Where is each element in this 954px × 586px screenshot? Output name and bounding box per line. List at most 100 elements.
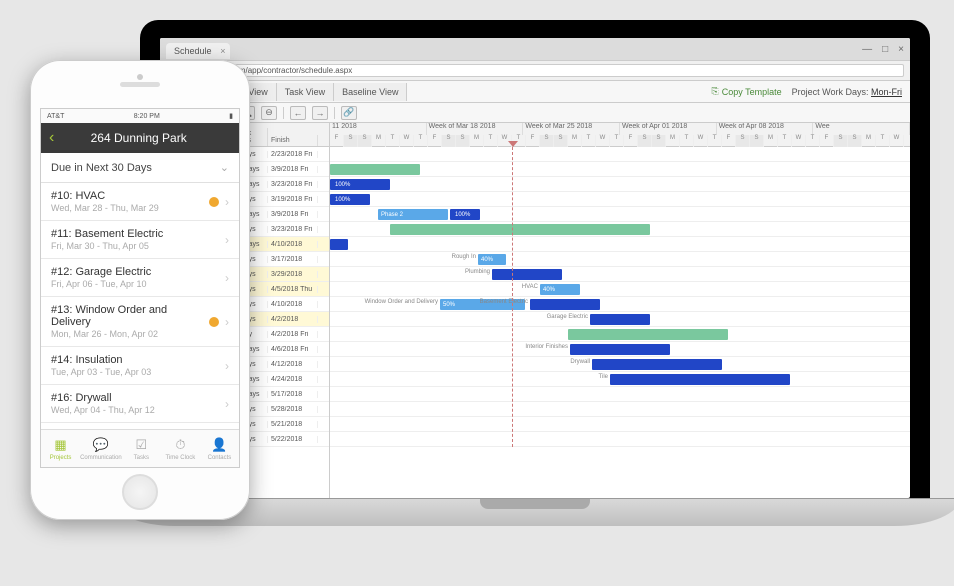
finish-cell[interactable]: 5/21/2018 (268, 421, 318, 428)
gantt-bar[interactable] (570, 344, 670, 355)
day-row: FSSMTWTFSSMTWTFSSMTWTFSSMTWTFSSMTWTFSSMT… (330, 135, 910, 147)
phone-filter-dropdown[interactable]: Due in Next 30 Days ⌄ (41, 153, 239, 183)
bar-label: HVAC (460, 284, 538, 290)
finish-cell[interactable]: 4/6/2018 Fri (268, 346, 318, 353)
list-item[interactable]: #12: Garage ElectricFri, Apr 06 - Tue, A… (41, 259, 239, 297)
item-text: #10: HVACWed, Mar 28 - Thu, Mar 29 (51, 190, 209, 213)
item-subtitle: Fri, Mar 30 - Thu, Apr 05 (51, 241, 225, 251)
week-header: Week of Mar 18 2018 (427, 123, 524, 135)
gantt-bar[interactable] (330, 239, 348, 250)
battery-icon: ▮ (229, 112, 233, 120)
gantt-bar[interactable] (610, 374, 790, 385)
gantt-bar[interactable]: Phase 2 (378, 209, 448, 220)
tabbar-item[interactable]: ⏱Time Clock (161, 430, 200, 467)
link-icon[interactable]: 🔗 (341, 106, 357, 120)
close-icon[interactable]: × (220, 46, 225, 56)
week-header: Week of Apr 01 2018 (620, 123, 717, 135)
tabbar-item[interactable]: 💬Communication (80, 430, 122, 467)
minimize-icon[interactable]: — (862, 44, 872, 55)
maximize-icon[interactable]: □ (882, 44, 888, 55)
list-item[interactable]: #11: Basement ElectricFri, Mar 30 - Thu,… (41, 221, 239, 259)
week-header: Week of Mar 25 2018 (523, 123, 620, 135)
list-item[interactable]: #16: DrywallWed, Apr 04 - Thu, Apr 12› (41, 385, 239, 423)
finish-cell[interactable]: 5/17/2018 (268, 391, 318, 398)
gantt-bar[interactable] (590, 314, 650, 325)
copy-template-label: Copy Template (722, 87, 782, 97)
home-button[interactable] (122, 474, 158, 510)
day-header: W (694, 135, 708, 147)
zoom-out-icon[interactable]: ⊖ (261, 106, 277, 120)
gantt-bar[interactable] (330, 164, 420, 175)
finish-cell[interactable]: 4/12/2018 (268, 361, 318, 368)
close-window-icon[interactable]: × (898, 44, 904, 55)
view-tab[interactable]: Task View (277, 83, 334, 101)
browser-tabs: Schedule × — □ × (160, 38, 910, 60)
copy-template-button[interactable]: ⎘ Copy Template (712, 86, 782, 97)
day-header: T (386, 135, 400, 147)
gantt-bar[interactable] (530, 299, 600, 310)
list-item[interactable]: #14: InsulationTue, Apr 03 - Tue, Apr 03… (41, 347, 239, 385)
phone-status-bar: AT&T 8:20 PM ▮ (41, 109, 239, 123)
finish-cell[interactable]: 5/22/2018 (268, 436, 318, 443)
phone-list: #10: HVACWed, Mar 28 - Thu, Mar 29›#11: … (41, 183, 239, 429)
gantt-row: 100% (330, 192, 910, 207)
address-bar[interactable]: w.co-construct.com/app/contractor/schedu… (170, 64, 904, 77)
contacts-icon: 👤 (211, 437, 227, 453)
day-header: M (470, 135, 484, 147)
finish-cell[interactable]: 5/28/2018 (268, 406, 318, 413)
status-dot-icon (209, 317, 219, 327)
finish-cell[interactable]: 3/17/2018 (268, 256, 318, 263)
finish-cell[interactable]: 3/23/2018 Fri (268, 181, 318, 188)
prev-icon[interactable]: ← (290, 106, 306, 120)
view-tab[interactable]: Baseline View (334, 83, 407, 101)
finish-cell[interactable]: 3/9/2018 Fri (268, 166, 318, 173)
gantt-row: Phase 2100% (330, 207, 910, 222)
gantt-bar[interactable]: 40% (478, 254, 506, 265)
address-bar-row: w.co-construct.com/app/contractor/schedu… (160, 60, 910, 80)
finish-cell[interactable]: 3/19/2018 Fri (268, 196, 318, 203)
gantt-row (330, 432, 910, 447)
gantt-bar[interactable] (592, 359, 722, 370)
gantt-bar[interactable]: 100% (450, 209, 480, 220)
item-subtitle: Mon, Mar 26 - Mon, Apr 02 (51, 329, 209, 339)
time clock-icon: ⏱ (175, 437, 185, 453)
gantt-bar[interactable]: 40% (540, 284, 580, 295)
finish-cell[interactable]: 3/9/2018 Fri (268, 211, 318, 218)
tabbar-item[interactable]: ▦Projects (41, 430, 80, 467)
day-header: S (358, 135, 372, 147)
tab-label: Tasks (134, 455, 149, 461)
gantt-chart[interactable]: 100%100%Phase 2100%40%Rough InPlumbing40… (330, 147, 910, 447)
finish-cell[interactable]: 4/2/2018 Fri (268, 331, 318, 338)
finish-cell[interactable]: 3/23/2018 Fri (268, 226, 318, 233)
gantt-bar[interactable] (492, 269, 562, 280)
day-header: W (400, 135, 414, 147)
finish-cell[interactable]: 3/29/2018 (268, 271, 318, 278)
gantt-bar[interactable] (568, 329, 728, 340)
gantt-bar[interactable] (390, 224, 650, 235)
finish-cell[interactable]: 2/23/2018 Fri (268, 151, 318, 158)
finish-cell[interactable]: 4/10/2018 (268, 241, 318, 248)
list-item[interactable]: #10: HVACWed, Mar 28 - Thu, Mar 29› (41, 183, 239, 221)
browser-tab[interactable]: Schedule × (166, 43, 230, 59)
item-subtitle: Wed, Mar 28 - Thu, Mar 29 (51, 203, 209, 213)
tabbar-item[interactable]: 👤Contacts (200, 430, 239, 467)
next-icon[interactable]: → (312, 106, 328, 120)
status-dot-icon (209, 197, 219, 207)
finish-cell[interactable]: 4/2/2018 (268, 316, 318, 323)
finish-cell[interactable]: 4/5/2018 Thu (268, 286, 318, 293)
finish-cell[interactable]: 4/10/2018 (268, 301, 318, 308)
gantt-bar[interactable]: 100% (330, 179, 390, 190)
filter-label: Due in Next 30 Days (51, 162, 152, 174)
tasks-icon: ☑ (135, 437, 147, 453)
bar-label: Window Order and Delivery (360, 299, 438, 305)
gantt-row: Drywall (330, 357, 910, 372)
tabbar-item[interactable]: ☑ Tasks (122, 430, 161, 467)
icon-toolbar: 💾 ↶ ↷ 🔍 ⊖ ← → 🔗 (160, 103, 910, 123)
finish-cell[interactable]: 4/24/2018 (268, 376, 318, 383)
today-line (512, 147, 513, 447)
day-header: M (372, 135, 386, 147)
gantt-bar[interactable]: 100% (330, 194, 370, 205)
project-days-link[interactable]: Mon-Fri (871, 87, 902, 97)
back-icon[interactable]: ‹ (49, 129, 54, 147)
list-item[interactable]: #13: Window Order and DeliveryMon, Mar 2… (41, 297, 239, 347)
